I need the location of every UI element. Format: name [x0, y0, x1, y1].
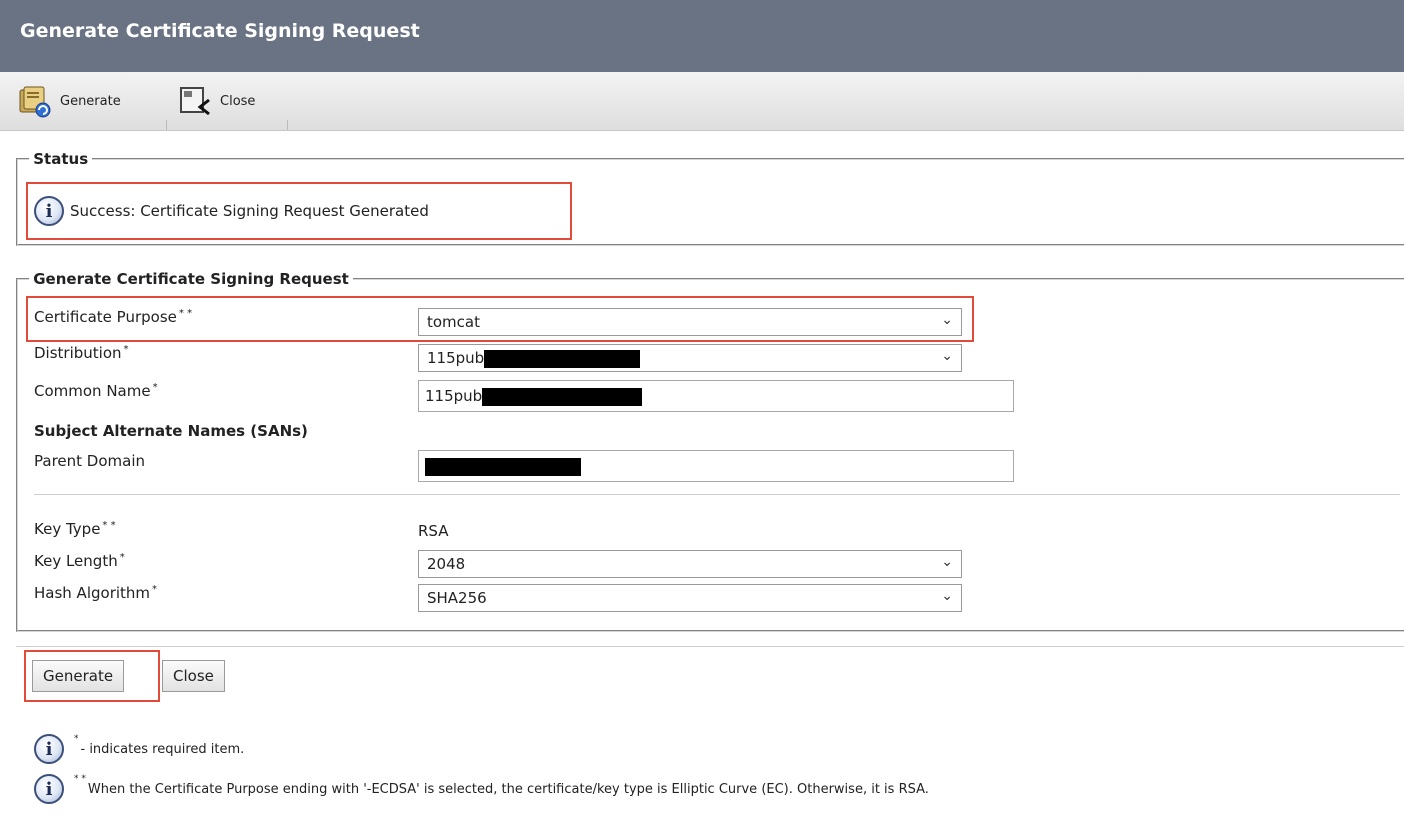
required-marker: * — [152, 584, 158, 595]
common-name-input[interactable]: 115pub — [418, 380, 1014, 412]
status-message: Success: Certificate Signing Request Gen… — [70, 202, 429, 220]
certificate-purpose-select[interactable]: tomcat ⌄ — [418, 308, 962, 336]
required-note-text: - indicates required item. — [80, 741, 245, 757]
distribution-select[interactable]: 115pub ⌄ — [418, 344, 962, 372]
chevron-down-icon: ⌄ — [941, 348, 953, 364]
close-window-icon — [178, 84, 212, 118]
toolbar-close-label: Close — [220, 93, 256, 109]
info-icon: i — [34, 196, 64, 226]
key-length-value: 2048 — [427, 555, 466, 573]
ecdsa-note: i * * When the Certificate Purpose endin… — [34, 774, 929, 804]
buttons-divider — [16, 646, 1404, 647]
generate-button[interactable]: Generate — [32, 660, 125, 692]
window-title: Generate Certificate Signing Request — [0, 0, 1404, 72]
redaction-bar — [484, 349, 641, 368]
certificate-purpose-value: tomcat — [427, 313, 480, 331]
toolbar: Generate Close — [0, 72, 1404, 131]
hash-algorithm-select[interactable]: SHA256 ⌄ — [418, 584, 962, 612]
generate-csr-icon — [18, 84, 52, 118]
common-name-value: 115pub — [425, 387, 483, 405]
toolbar-generate-button[interactable]: Generate — [18, 72, 121, 130]
info-icon: i — [34, 734, 64, 764]
ecdsa-note-text: When the Certificate Purpose ending with… — [87, 781, 929, 797]
hash-algorithm-value: SHA256 — [427, 589, 487, 607]
required-marker: * — [152, 382, 158, 393]
required-marker: * * — [178, 308, 193, 319]
required-marker: * — [119, 552, 125, 563]
certificate-purpose-label: Certificate Purpose * * — [34, 308, 193, 326]
csr-form-legend: Generate Certificate Signing Request — [33, 270, 349, 288]
parent-domain-input[interactable] — [418, 450, 1014, 482]
required-marker: * — [74, 734, 79, 744]
parent-domain-label: Parent Domain — [34, 452, 145, 470]
toolbar-divider — [166, 120, 288, 130]
required-note: i * - indicates required item. — [34, 734, 244, 764]
required-marker: * — [123, 344, 129, 355]
chevron-down-icon: ⌄ — [941, 312, 953, 328]
redaction-bar — [425, 457, 581, 476]
status-message-row: i Success: Certificate Signing Request G… — [34, 196, 429, 226]
section-divider — [34, 494, 1400, 495]
hash-algorithm-label: Hash Algorithm * — [34, 584, 158, 602]
close-button[interactable]: Close — [162, 660, 225, 692]
key-length-label: Key Length * — [34, 552, 125, 570]
distribution-label: Distribution * — [34, 344, 129, 362]
common-name-label: Common Name * — [34, 382, 158, 400]
info-icon: i — [34, 774, 64, 804]
toolbar-generate-label: Generate — [60, 93, 121, 109]
required-marker: * * — [74, 774, 86, 784]
sans-heading: Subject Alternate Names (SANs) — [34, 422, 308, 440]
chevron-down-icon: ⌄ — [941, 554, 953, 570]
status-legend: Status — [33, 150, 89, 168]
key-length-select[interactable]: 2048 ⌄ — [418, 550, 962, 578]
key-type-value: RSA — [418, 522, 449, 540]
distribution-value: 115pub — [427, 349, 485, 367]
chevron-down-icon: ⌄ — [941, 588, 953, 604]
required-marker: * * — [102, 520, 116, 531]
redaction-bar — [482, 387, 643, 406]
key-type-label: Key Type * * — [34, 520, 116, 538]
